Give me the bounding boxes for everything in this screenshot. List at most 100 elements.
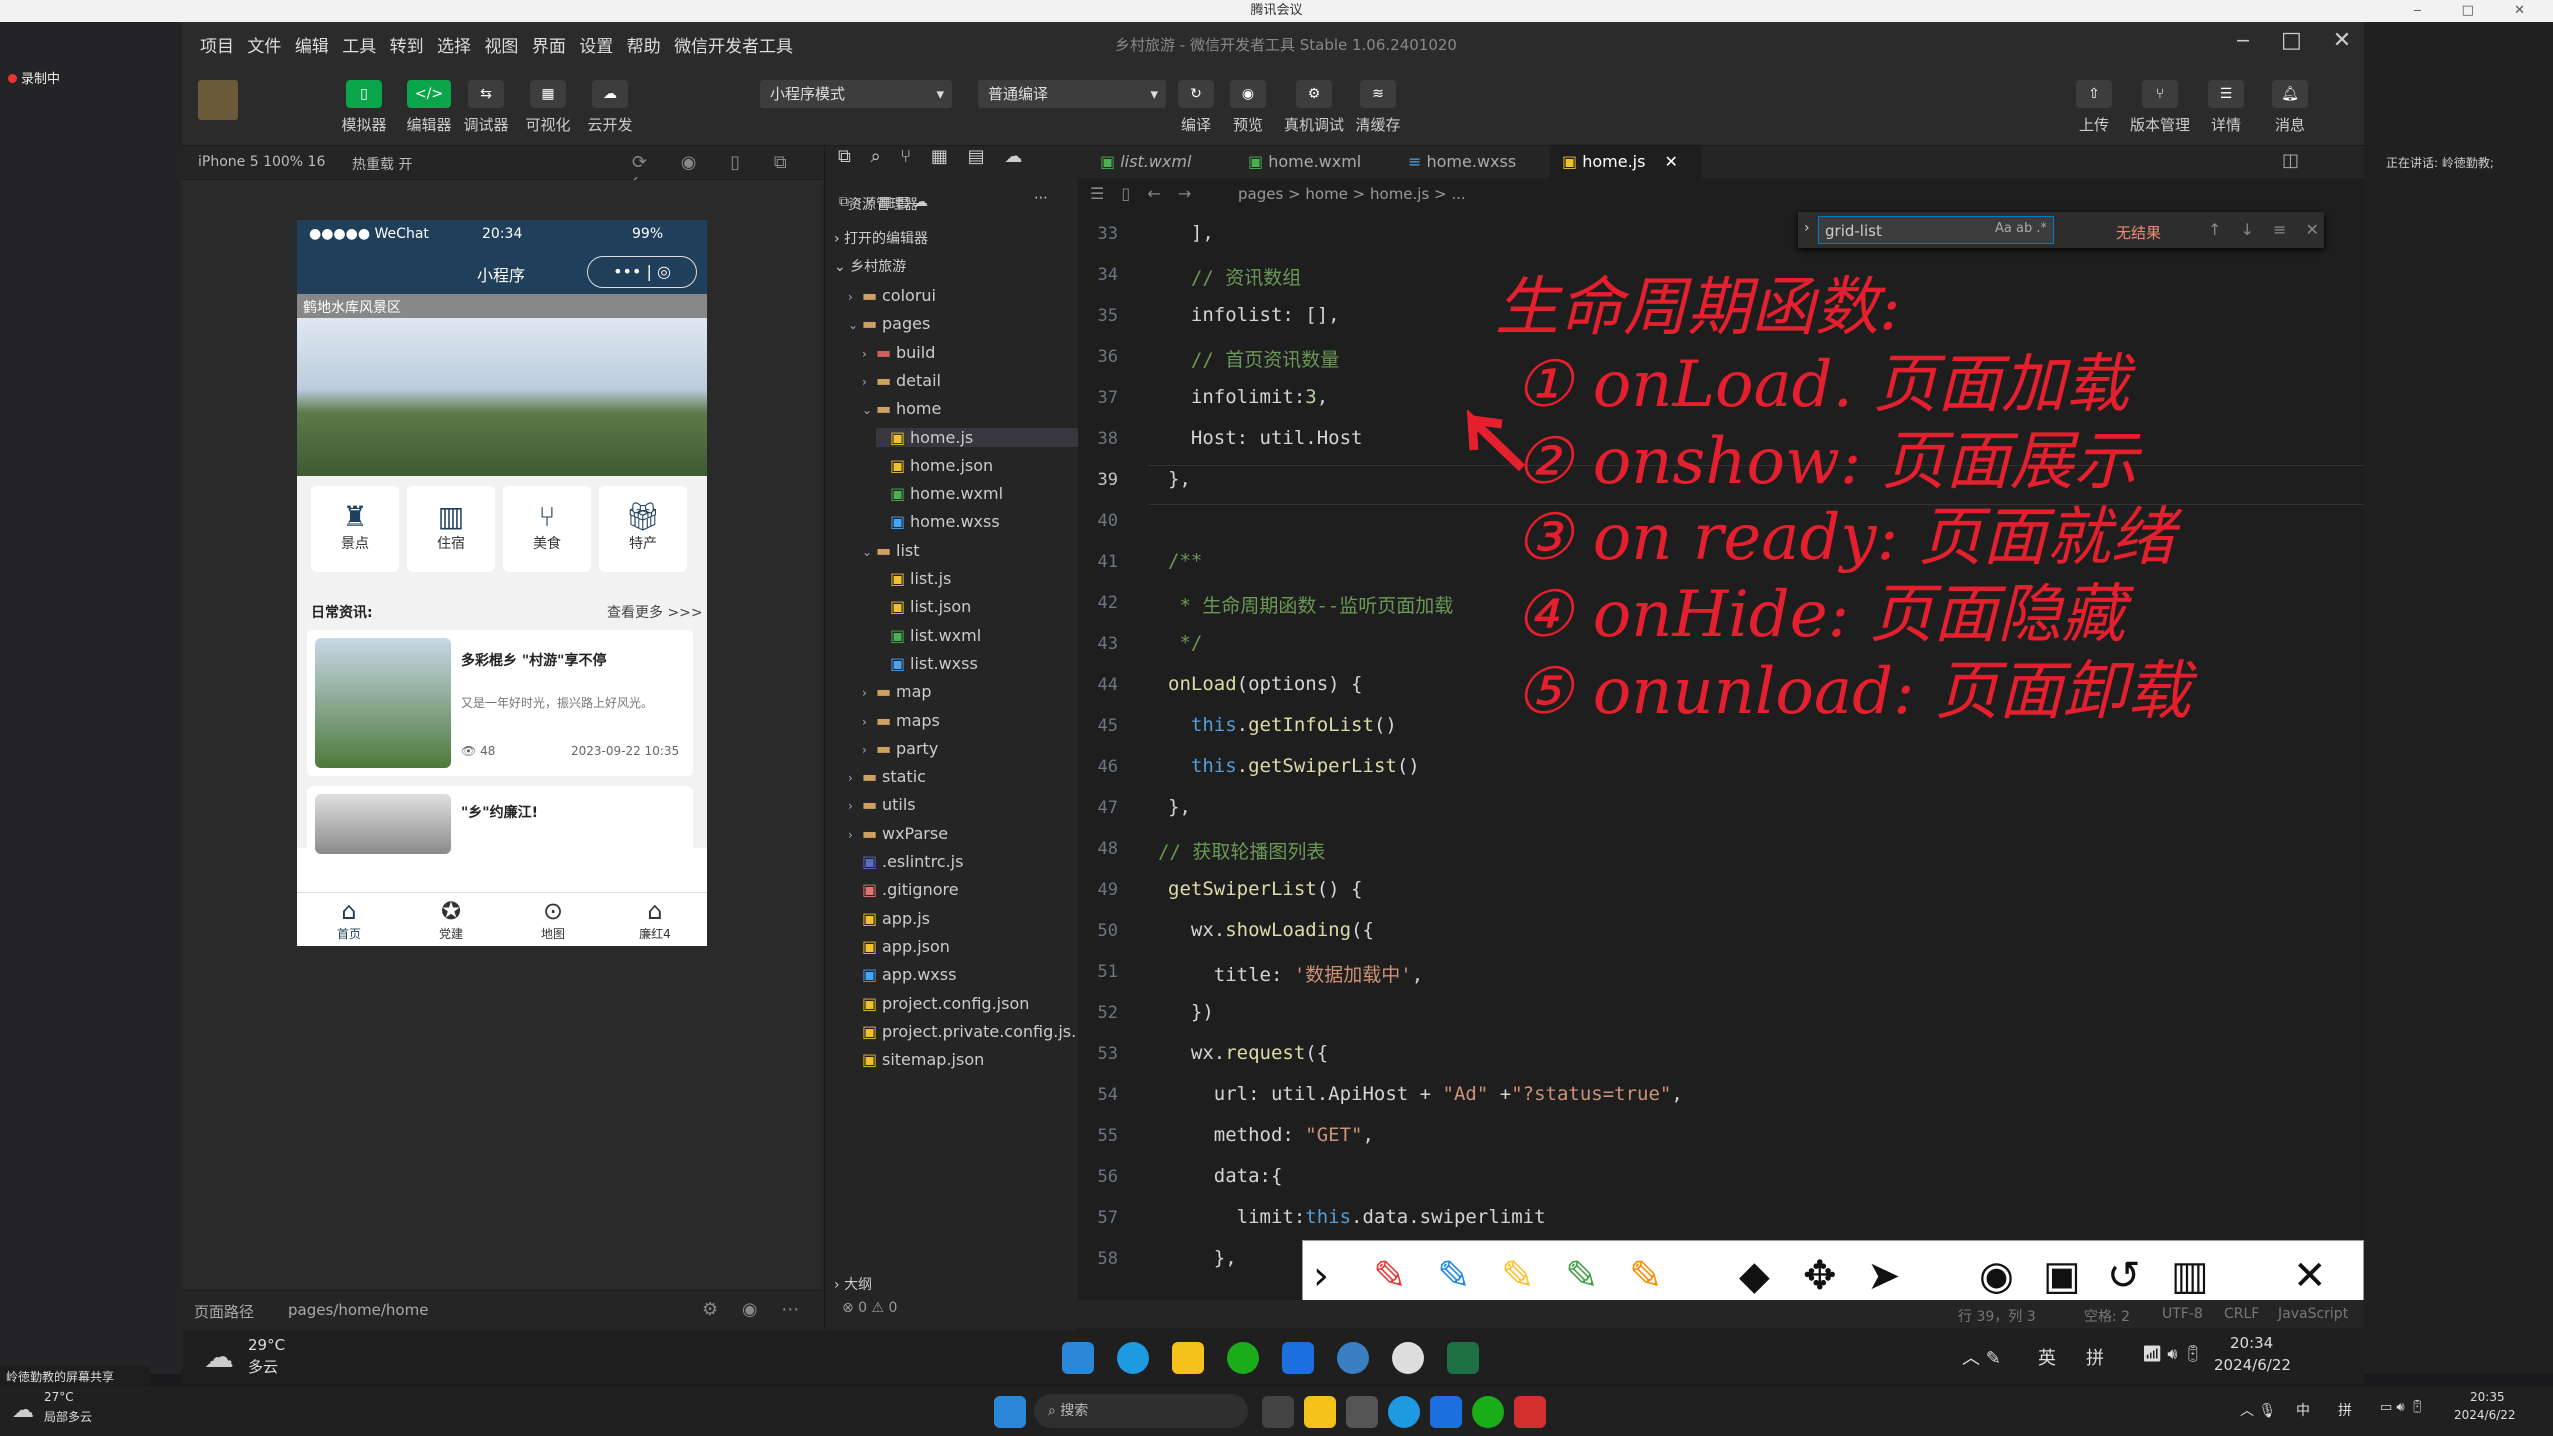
excel-icon[interactable]: [1447, 1342, 1479, 1374]
menu-view[interactable]: 视图: [484, 37, 518, 57]
project-root[interactable]: ⌄ 乡村旅游: [834, 256, 906, 276]
tab-list-wxml[interactable]: ▣ list.wxml: [1088, 146, 1203, 178]
news-card[interactable]: 多彩棍乡 "村游"享不停 又是一年好时光，振兴路上好风光。 👁︎ 48 2023…: [307, 630, 693, 776]
tab-map[interactable]: ⊙ 地图: [531, 897, 575, 942]
menu-select[interactable]: 选择: [437, 37, 471, 57]
ime-mode2[interactable]: 拼: [2338, 1400, 2352, 1420]
capsule-menu[interactable]: ••• | ◎: [587, 256, 697, 288]
explorer-icons[interactable]: ⧉ ⌕ ⑂ ▦ ▤ ☁: [838, 146, 1022, 167]
menu-settings[interactable]: 设置: [579, 37, 613, 57]
category-spots[interactable]: ♜ 景点: [311, 486, 399, 572]
tree-file[interactable]: ▣ sitemap.json: [848, 1050, 984, 1069]
menu-project[interactable]: 项目: [200, 37, 234, 57]
tab-party[interactable]: ✪ 党建: [429, 897, 473, 942]
hot-reload-select[interactable]: 热重载 开: [352, 154, 412, 174]
match-options[interactable]: Aa ab .*: [1995, 221, 2047, 236]
collapse-icon[interactable]: ›: [1313, 1253, 1329, 1299]
tree-folder[interactable]: › ▬ static: [848, 767, 926, 786]
find-input[interactable]: grid-list Aa ab .*: [1818, 216, 2054, 244]
tree-file[interactable]: ▣ app.json: [848, 937, 950, 956]
tray-icons[interactable]: ︿ ✎: [1962, 1344, 2001, 1370]
tree-folder[interactable]: › ▬ maps: [862, 711, 940, 730]
open-editors[interactable]: › 打开的编辑器: [834, 228, 928, 248]
camera-icon[interactable]: ▣: [2043, 1253, 2081, 1299]
compile-mode-select[interactable]: 普通编译 ▾: [978, 80, 1166, 108]
wechat-icon[interactable]: [1472, 1396, 1504, 1428]
details-button[interactable]: ☰: [2208, 80, 2244, 108]
tree-folder[interactable]: ⌄ ▬ pages: [848, 314, 930, 333]
tree-file[interactable]: ▣ home.json: [876, 456, 993, 475]
clear-cache-button[interactable]: ≋: [1360, 80, 1396, 108]
cursor-pos[interactable]: 行 39，列 3: [1958, 1306, 2036, 1326]
category-food[interactable]: ⑂ 美食: [503, 486, 591, 572]
indent[interactable]: 空格: 2: [2084, 1306, 2130, 1326]
tree-file[interactable]: ▣ home.wxss: [876, 512, 1000, 531]
menu-ui[interactable]: 界面: [532, 37, 566, 57]
upload-button[interactable]: ⇧: [2076, 80, 2112, 108]
tree-file[interactable]: ▣ list.wxml: [876, 626, 981, 645]
problems-count[interactable]: ⊗ 0 ⚠ 0: [842, 1300, 897, 1316]
close-icon[interactable]: ✕: [1665, 152, 1678, 171]
cloud-button[interactable]: ☁: [592, 80, 628, 108]
tree-file[interactable]: ▣ app.js: [848, 909, 930, 928]
find-nav[interactable]: ↑ ↓ ≡ ✕: [2208, 220, 2319, 239]
wps-icon[interactable]: [1514, 1396, 1546, 1428]
tree-file[interactable]: ▣ home.js: [876, 427, 1078, 447]
window-controls[interactable]: ‒ □ ✕: [2236, 28, 2351, 53]
path-label[interactable]: 页面路径: [194, 1301, 254, 1322]
avatar[interactable]: [198, 80, 238, 120]
menu-tools[interactable]: 工具: [342, 37, 376, 57]
category-specialty[interactable]: 🎁︎ 特产: [599, 486, 687, 572]
tree-file[interactable]: ▣ list.json: [876, 597, 971, 616]
chevron-right-icon[interactable]: ›: [1804, 220, 1810, 236]
pen-blue-icon[interactable]: ✎: [1437, 1253, 1471, 1299]
wechat-devtools-icon[interactable]: [1227, 1342, 1259, 1374]
system-tray-icons[interactable]: ▭ 🔊︎ 🔋︎: [2380, 1400, 2425, 1415]
eol[interactable]: CRLF: [2224, 1306, 2259, 1322]
category-lodging[interactable]: ▥ 住宿: [407, 486, 495, 572]
tab-more[interactable]: ⌂ 廉红4: [633, 897, 677, 942]
visual-button[interactable]: ▦: [530, 80, 566, 108]
banner-image[interactable]: [297, 318, 707, 476]
eraser-icon[interactable]: ◆: [1739, 1253, 1770, 1299]
menu-devtools[interactable]: 微信开发者工具: [674, 37, 793, 57]
messages-button[interactable]: 🔔︎: [2272, 80, 2308, 108]
tray-icons[interactable]: ︿ 🎙︎: [2240, 1400, 2276, 1420]
menu-help[interactable]: 帮助: [627, 37, 661, 57]
tree-folder[interactable]: › ▬ party: [862, 739, 938, 758]
tree-file[interactable]: ▣ .gitignore: [848, 880, 959, 899]
tab-home-wxml[interactable]: ▣ home.wxml: [1236, 146, 1373, 178]
meeting-icon[interactable]: [1430, 1396, 1462, 1428]
tree-folder[interactable]: › ▬ colorui: [848, 286, 936, 305]
tree-file[interactable]: ▣ .eslintrc.js: [848, 852, 963, 871]
move-icon[interactable]: ✥: [1803, 1253, 1837, 1299]
tree-folder[interactable]: › ▬ map: [862, 682, 932, 701]
tree-file[interactable]: ▣ app.wxss: [848, 965, 956, 984]
menu-file[interactable]: 文件: [247, 37, 281, 57]
tree-file[interactable]: ▣ home.wxml: [876, 484, 1003, 503]
ime-mode[interactable]: 拼: [2086, 1344, 2104, 1370]
tree-folder[interactable]: ⌄ ▬ home: [862, 399, 941, 418]
tree-folder[interactable]: › ▬ utils: [848, 795, 916, 814]
eye-icon[interactable]: ◉: [1979, 1253, 2014, 1299]
system-tray-icons[interactable]: 📶︎ 🔊︎ 🔋︎: [2142, 1344, 2203, 1364]
simulator-button[interactable]: ▯: [346, 80, 382, 108]
ime-lang2[interactable]: 中: [2296, 1400, 2310, 1420]
tree-folder[interactable]: › ▬ detail: [862, 371, 941, 390]
footer-icons[interactable]: ⚙ ◉ ⋯: [702, 1299, 799, 1320]
tab-home[interactable]: ⌂ 首页: [327, 897, 371, 942]
taskbar-search[interactable]: ⌕ 搜索: [1034, 1394, 1248, 1428]
trash-icon[interactable]: ▥: [2171, 1253, 2209, 1299]
tree-folder[interactable]: › ▬ build: [862, 343, 935, 362]
device-select[interactable]: iPhone 5 100% 16: [198, 154, 325, 170]
split-editor-icon[interactable]: ◫: [2282, 150, 2299, 171]
windows-start-icon[interactable]: [994, 1396, 1026, 1428]
compile-button[interactable]: ↻: [1178, 80, 1214, 108]
tab-home-js[interactable]: ▣ home.js ✕: [1550, 146, 1702, 178]
debugger-button[interactable]: ⇆: [468, 80, 504, 108]
meeting-icon[interactable]: [1282, 1342, 1314, 1374]
edge-icon[interactable]: [1388, 1396, 1420, 1428]
encoding[interactable]: UTF-8: [2162, 1306, 2203, 1322]
browser-icon[interactable]: [1337, 1342, 1369, 1374]
close-icon[interactable]: ✕: [2293, 1253, 2327, 1299]
